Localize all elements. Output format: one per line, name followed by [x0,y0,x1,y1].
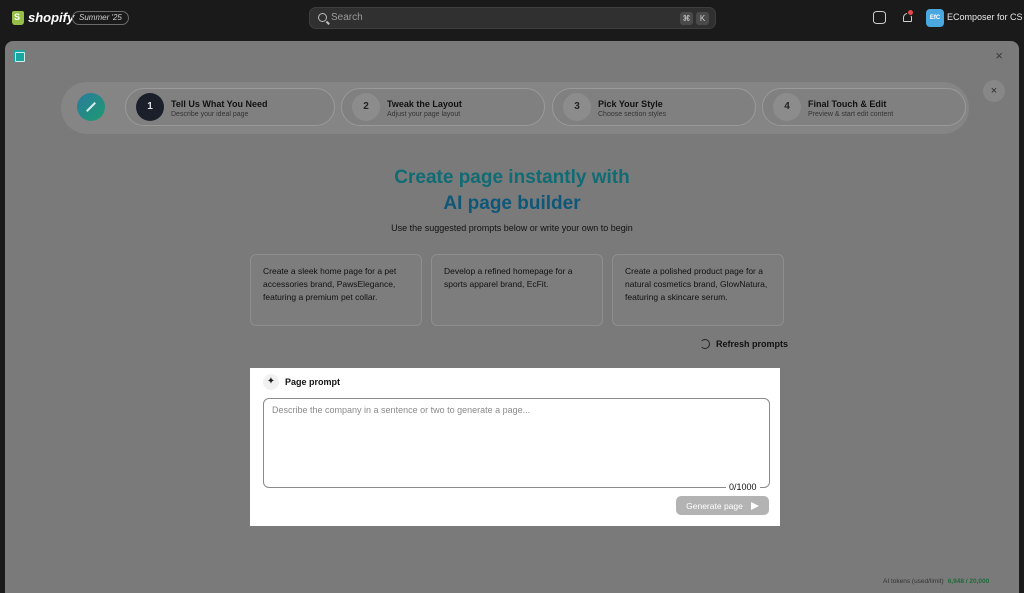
shopify-bag-icon [12,10,24,25]
brand-name: shopify [28,10,75,25]
magic-wand-icon [77,93,105,121]
step-4[interactable]: 4 Final Touch & Edit Preview & start edi… [762,88,966,126]
notification-dot [907,9,914,16]
tokens-value: 6,948 / 20,000 [947,578,990,585]
wizard-stepper: 1 Tell Us What You Need Describe your id… [61,82,969,134]
shopify-logo[interactable]: shopify [12,10,74,25]
step-title: Pick Your Style [598,99,663,109]
step-2[interactable]: 2 Tweak the Layout Adjust your page layo… [341,88,545,126]
step-subtitle: Choose section styles [598,111,667,118]
step-number: 2 [352,93,380,121]
close-round-button[interactable]: × [983,80,1005,102]
page-title: Create page instantly with AI page build… [5,165,1019,217]
page-prompt-input[interactable] [263,398,770,488]
search-icon [318,13,327,22]
prompt-suggestion-card[interactable]: Develop a refined homepage for a sports … [431,254,603,326]
send-icon [750,501,759,510]
sparkle-icon: ✦ [263,374,279,390]
admin-topbar: shopify Summer '25 Search ⌘ K EfC ECompo… [0,0,1024,36]
generate-label: Generate page [686,500,743,511]
search-placeholder: Search [331,12,363,23]
step-title: Final Touch & Edit [808,99,887,109]
step-number: 1 [136,93,164,121]
store-name[interactable]: EComposer for CS [947,12,1023,22]
title-line-1: Create page instantly with [394,167,630,188]
step-number: 4 [773,93,801,121]
step-subtitle: Preview & start edit content [808,111,894,118]
panel-title: Page prompt [285,377,341,387]
page-prompt-panel: ✦ Page prompt 0/1000 Generate page [250,368,780,526]
database-icon[interactable] [873,11,886,24]
refresh-label: Refresh prompts [716,339,789,349]
prompt-suggestion-card[interactable]: Create a polished product page for a nat… [612,254,784,326]
refresh-icon [700,339,710,349]
prompt-suggestion-card[interactable]: Create a sleek home page for a pet acces… [250,254,422,326]
step-title: Tell Us What You Need [171,99,268,109]
store-avatar[interactable]: EfC [926,9,944,27]
step-subtitle: Adjust your page layout [387,111,461,118]
app-icon [13,50,25,62]
refresh-prompts-button[interactable]: Refresh prompts [700,339,788,349]
tokens-label: AI tokens (used/limit) [883,578,944,585]
step-3[interactable]: 3 Pick Your Style Choose section styles [552,88,756,126]
title-line-2: AI page builder [443,193,581,214]
modal-close-button[interactable]: × [995,49,1003,63]
page-subtitle: Use the suggested prompts below or write… [391,223,633,233]
char-counter: 0/1000 [726,482,760,492]
shortcut-k-key: K [696,12,709,25]
step-number: 3 [563,93,591,121]
edition-badge: Summer '25 [72,11,129,25]
generate-page-button[interactable]: Generate page [676,496,769,515]
ai-tokens-usage: AI tokens (used/limit) 6,948 / 20,000 [883,578,989,585]
step-1[interactable]: 1 Tell Us What You Need Describe your id… [125,88,335,126]
shortcut-cmd-key: ⌘ [680,12,693,25]
step-title: Tweak the Layout [387,99,462,109]
search-bar[interactable]: Search ⌘ K [309,7,716,29]
step-subtitle: Describe your ideal page [171,111,249,118]
